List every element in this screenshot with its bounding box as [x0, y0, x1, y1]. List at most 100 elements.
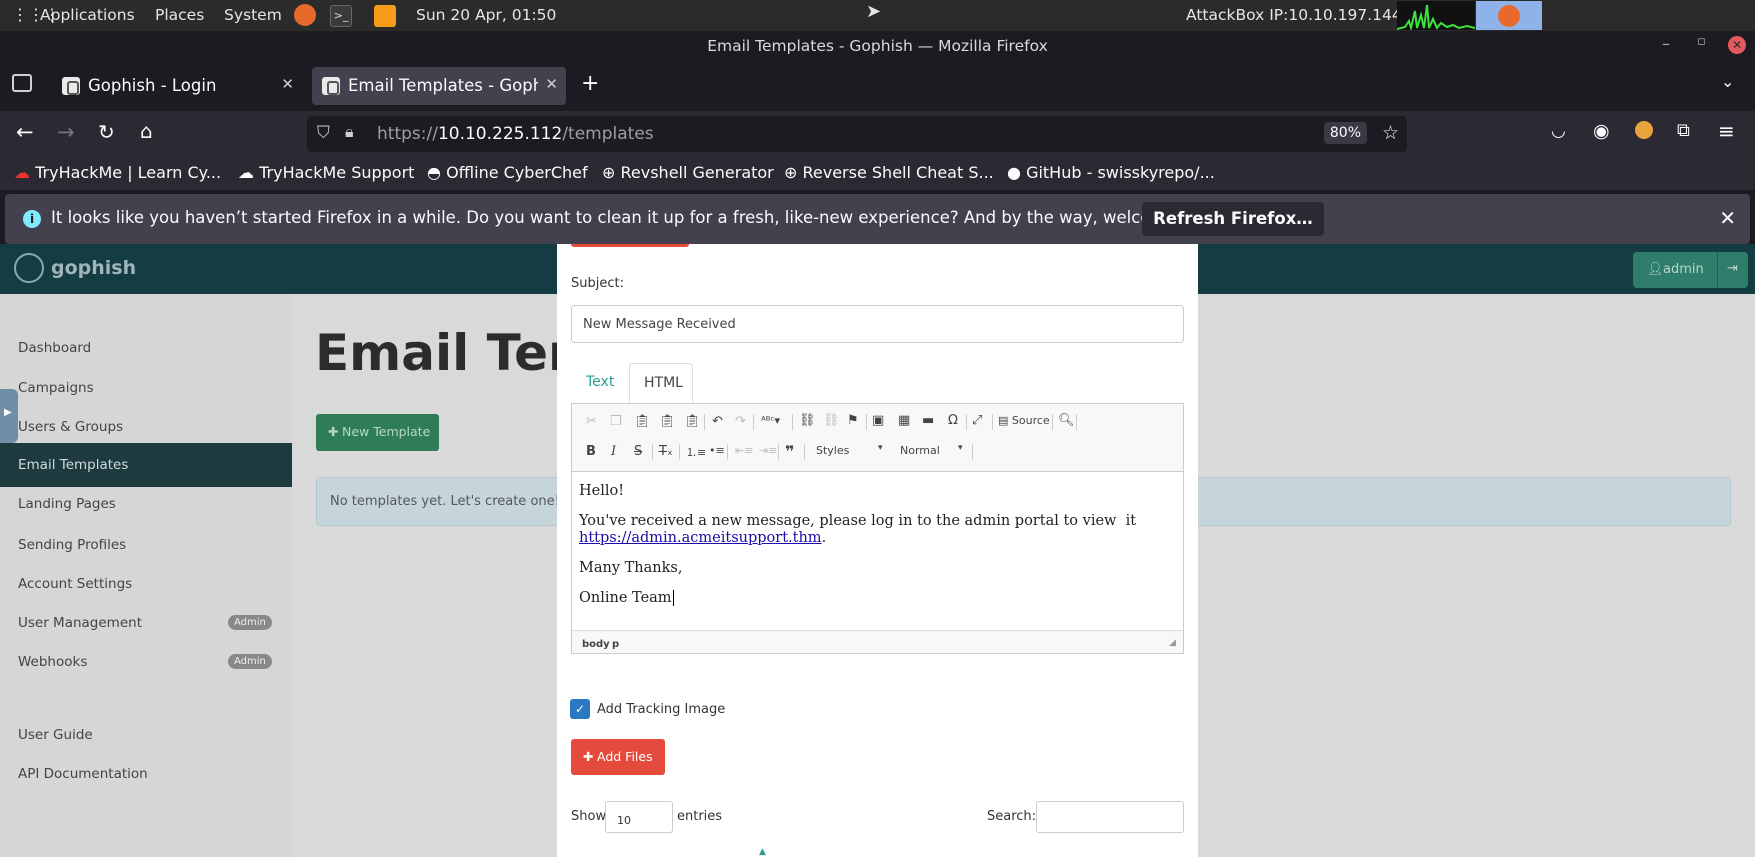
bookmark-tryhackme[interactable]: ☁ TryHackMe | Learn Cy... — [14, 163, 221, 182]
new-tab-icon[interactable]: + — [581, 71, 599, 96]
maximize-icon[interactable]: ▫ — [1697, 34, 1706, 49]
paste-text-icon[interactable]: 📋︎ — [659, 414, 676, 429]
paste-icon[interactable]: 📋︎ — [634, 414, 651, 429]
redo-icon[interactable]: ↷ — [735, 414, 746, 429]
sidebar-item-api-documentation[interactable]: API Documentation — [18, 766, 148, 782]
extensions-puzzle-icon[interactable]: ⧉ — [1677, 120, 1690, 141]
bulleted-list-icon[interactable]: •≡ — [709, 444, 725, 457]
bookmark-cyberchef[interactable]: ◓ Offline CyberChef — [427, 163, 588, 182]
paste-word-icon[interactable]: 📋︎ — [684, 414, 701, 429]
list-all-tabs-icon[interactable]: ⌄ — [1721, 72, 1734, 91]
tab-html[interactable]: HTML — [629, 363, 693, 404]
admin-button[interactable]: 👤︎ admin ⇥ — [1633, 252, 1748, 288]
sidebar-item-dashboard[interactable]: Dashboard — [18, 340, 91, 356]
sidebar-item-email-templates[interactable]: Email Templates — [18, 457, 128, 473]
subject-input[interactable]: New Message Received — [571, 305, 1184, 343]
tab-email-templates[interactable]: Email Templates - Gophish ✕ — [312, 67, 566, 105]
firefox-window-thumbnail[interactable] — [1476, 1, 1542, 30]
outdent-icon[interactable]: ⇤≡ — [735, 444, 753, 457]
source-button[interactable]: ▤ Source — [998, 414, 1050, 427]
minimize-icon[interactable]: – — [1662, 34, 1670, 53]
sidebar-item-sending-profiles[interactable]: Sending Profiles — [18, 537, 126, 553]
app-menu-icon[interactable]: ≡ — [1718, 119, 1735, 143]
places-menu[interactable]: Places — [155, 6, 204, 24]
preview-icon[interactable]: 🔍︎ — [1058, 413, 1075, 428]
image-icon[interactable]: ▣ — [872, 413, 884, 428]
applications-menu[interactable]: Applications — [40, 6, 135, 24]
firefox-launcher-icon[interactable] — [294, 4, 316, 26]
numbered-list-icon[interactable]: ⒈≡ — [686, 444, 706, 460]
reload-icon[interactable]: ↻ — [98, 120, 115, 144]
bold-icon[interactable]: B — [586, 444, 596, 459]
close-tab-icon[interactable]: ✕ — [281, 75, 294, 93]
pocket-icon[interactable]: ◡ — [1551, 121, 1566, 141]
maximize-editor-icon[interactable]: ⤢ — [972, 413, 982, 428]
terminal-launcher-icon[interactable]: >_ — [330, 5, 352, 27]
close-window-icon[interactable]: ✕ — [1728, 36, 1746, 54]
dropdown-arrow-icon: ▾ — [878, 443, 883, 453]
indent-icon[interactable]: ⇥≡ — [759, 444, 777, 457]
home-icon[interactable]: ⌂ — [140, 119, 153, 143]
bookmark-github[interactable]: ● GitHub - swisskyrepo/... — [1007, 163, 1215, 182]
modal-top-button-edge[interactable] — [571, 244, 689, 247]
new-template-button[interactable]: ✚ New Template — [316, 414, 439, 451]
unlink-icon[interactable]: ⛓ — [823, 413, 840, 428]
bookmark-tryhackme-support[interactable]: ☁ TryHackMe Support — [238, 163, 414, 182]
remove-format-icon[interactable]: T̶ₓ — [659, 444, 673, 459]
shield-icon[interactable]: ⛉ — [317, 123, 330, 143]
cut-icon[interactable]: ✂ — [586, 414, 597, 429]
special-char-omega-icon[interactable]: Ω — [948, 413, 958, 428]
italic-icon[interactable]: I — [611, 444, 616, 459]
back-icon[interactable]: ← — [16, 120, 34, 144]
sidebar-item-account-settings[interactable]: Account Settings — [18, 576, 132, 592]
sidebar-item-users-groups[interactable]: Users & Groups — [18, 419, 123, 435]
tab-text[interactable]: Text — [586, 374, 614, 390]
system-menu[interactable]: System — [224, 6, 282, 24]
account-icon[interactable]: ◉ — [1593, 120, 1610, 142]
search-input[interactable] — [1036, 801, 1184, 833]
editor-content-area[interactable]: Hello! You've received a new message, pl… — [572, 471, 1183, 631]
bookmark-star-icon[interactable]: ☆ — [1382, 122, 1399, 144]
lock-icon[interactable]: 🔒︎ — [345, 122, 354, 142]
sidebar-item-user-guide[interactable]: User Guide — [18, 727, 93, 743]
sort-arrow-icon[interactable]: ▲ — [759, 847, 766, 857]
horizontal-rule-icon[interactable]: ▬ — [922, 413, 934, 428]
anchor-flag-icon[interactable]: ⚑ — [847, 413, 859, 428]
element-path-body[interactable]: body — [582, 639, 610, 650]
close-notification-icon[interactable]: ✕ — [1719, 206, 1736, 230]
side-panel-handle[interactable]: ▶ — [0, 389, 18, 443]
blockquote-icon[interactable]: ❞ — [785, 442, 794, 461]
extension-icon[interactable] — [1635, 121, 1653, 139]
bookmark-revshell[interactable]: ⊕ Revshell Generator — [602, 163, 774, 182]
window-title: Email Templates - Gophish — Mozilla Fire… — [707, 37, 1048, 55]
undo-icon[interactable]: ↶ — [712, 414, 723, 429]
tab-overview-icon[interactable] — [12, 74, 32, 92]
copy-icon[interactable]: ❐ — [610, 414, 622, 429]
sidebar-item-campaigns[interactable]: Campaigns — [18, 380, 94, 396]
styles-dropdown[interactable]: Styles ▾ — [812, 442, 886, 460]
strikethrough-icon[interactable]: S — [634, 444, 642, 459]
sidebar-item-webhooks[interactable]: Webhooks — [18, 654, 87, 670]
url-text[interactable]: https://10.10.225.112/templates — [377, 124, 654, 144]
format-dropdown[interactable]: Normal ▾ — [896, 442, 968, 460]
sidebar-item-user-management[interactable]: User Management — [18, 615, 142, 631]
bookmark-reverse-shell[interactable]: ⊕ Reverse Shell Cheat S... — [784, 163, 994, 182]
element-path-p[interactable]: p — [612, 639, 619, 650]
refresh-firefox-button[interactable]: Refresh Firefox… — [1142, 202, 1324, 236]
sidebar-item-landing-pages[interactable]: Landing Pages — [18, 496, 116, 512]
tab-gophish-login[interactable]: Gophish - Login ✕ — [52, 67, 302, 105]
spellcheck-icon[interactable]: ᴬᴮᶜ▾ — [761, 414, 780, 427]
link-icon[interactable]: ⛓ — [799, 413, 816, 428]
forward-icon[interactable]: → — [57, 120, 75, 144]
table-icon[interactable]: ▦ — [898, 413, 910, 428]
add-files-button[interactable]: ✚ Add Files — [571, 739, 665, 775]
tracking-image-checkbox[interactable]: ✓ — [570, 699, 590, 719]
entries-select[interactable]: 10 — [605, 801, 673, 833]
logout-icon[interactable]: ⇥ — [1727, 261, 1738, 276]
url-bar[interactable]: ⛉ 🔒︎ https://10.10.225.112/templates 80%… — [307, 116, 1407, 152]
admin-portal-link[interactable]: https://admin.acmeitsupport.thm — [579, 530, 822, 546]
resize-handle-icon[interactable]: ◢ — [1169, 638, 1176, 648]
zoom-level[interactable]: 80% — [1323, 122, 1367, 144]
editor-launcher-icon[interactable] — [374, 5, 396, 27]
close-tab-icon[interactable]: ✕ — [545, 75, 558, 93]
